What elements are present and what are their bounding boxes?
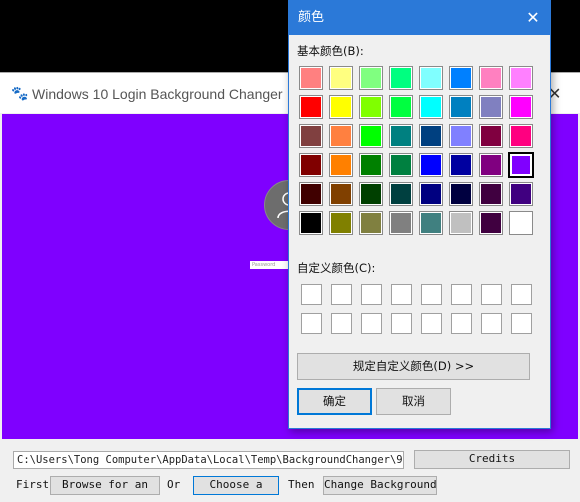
custom-color-swatch[interactable]: [361, 284, 382, 305]
basic-color-swatch[interactable]: [479, 95, 503, 119]
basic-color-swatch[interactable]: [359, 95, 383, 119]
basic-color-swatch[interactable]: [508, 152, 534, 178]
basic-color-swatch[interactable]: [329, 153, 353, 177]
basic-color-swatch[interactable]: [419, 124, 443, 148]
first-label: First: [16, 478, 50, 491]
basic-color-swatch[interactable]: [419, 153, 443, 177]
custom-color-swatch[interactable]: [301, 284, 322, 305]
app-title: Windows 10 Login Background Changer: [32, 86, 283, 102]
custom-color-swatch[interactable]: [391, 284, 412, 305]
custom-color-swatch[interactable]: [421, 313, 442, 334]
or-label: Or: [167, 478, 181, 491]
basic-color-swatch[interactable]: [449, 211, 473, 235]
basic-color-swatch[interactable]: [359, 182, 383, 206]
custom-color-swatch[interactable]: [511, 284, 532, 305]
custom-color-swatch[interactable]: [361, 313, 382, 334]
custom-colors-label: 自定义颜色(C):: [297, 261, 376, 275]
basic-color-swatch[interactable]: [389, 66, 413, 90]
basic-color-swatch[interactable]: [299, 153, 323, 177]
basic-color-swatch[interactable]: [389, 182, 413, 206]
basic-color-swatch[interactable]: [329, 95, 353, 119]
custom-color-swatch[interactable]: [481, 313, 502, 334]
dialog-close-icon[interactable]: ✕: [522, 7, 544, 29]
custom-color-swatch[interactable]: [511, 313, 532, 334]
basic-color-swatch[interactable]: [449, 124, 473, 148]
custom-color-swatch[interactable]: [301, 313, 322, 334]
custom-color-swatch[interactable]: [391, 313, 412, 334]
choose-color-button[interactable]: Choose a: [193, 476, 279, 495]
basic-color-swatch[interactable]: [299, 182, 323, 206]
basic-color-swatch[interactable]: [479, 211, 503, 235]
credits-button[interactable]: Credits: [414, 450, 570, 469]
basic-color-swatch[interactable]: [329, 124, 353, 148]
basic-color-swatch[interactable]: [509, 95, 533, 119]
basic-color-swatch[interactable]: [509, 211, 533, 235]
basic-color-swatch[interactable]: [299, 124, 323, 148]
basic-color-swatch[interactable]: [299, 95, 323, 119]
custom-color-swatch[interactable]: [331, 313, 352, 334]
basic-color-swatch[interactable]: [449, 95, 473, 119]
basic-color-swatch[interactable]: [479, 66, 503, 90]
basic-color-swatch[interactable]: [479, 124, 503, 148]
basic-color-swatch[interactable]: [419, 182, 443, 206]
basic-color-swatch[interactable]: [359, 66, 383, 90]
define-custom-colors-button[interactable]: 规定自定义颜色(D) >>: [297, 353, 530, 380]
change-background-button[interactable]: Change Background: [323, 476, 437, 495]
basic-color-swatch[interactable]: [389, 211, 413, 235]
password-preview-box: Password: [250, 261, 288, 269]
image-path-field[interactable]: C:\Users\Tong Computer\AppData\Local\Tem…: [13, 451, 404, 469]
custom-color-swatch[interactable]: [451, 284, 472, 305]
basic-color-swatch[interactable]: [299, 66, 323, 90]
basic-color-swatch[interactable]: [479, 153, 503, 177]
basic-color-swatch[interactable]: [419, 66, 443, 90]
dialog-titlebar: 颜色 ✕: [289, 1, 550, 35]
basic-color-swatch[interactable]: [449, 182, 473, 206]
paw-icon: 🐾: [11, 86, 29, 102]
dialog-title: 颜色: [298, 10, 325, 25]
basic-color-swatch[interactable]: [359, 153, 383, 177]
basic-color-swatch[interactable]: [509, 124, 533, 148]
ok-button[interactable]: 确定: [297, 388, 372, 415]
then-label: Then: [288, 478, 315, 491]
basic-color-swatch[interactable]: [359, 124, 383, 148]
basic-color-swatch[interactable]: [359, 211, 383, 235]
custom-color-swatch[interactable]: [481, 284, 502, 305]
custom-color-swatch[interactable]: [331, 284, 352, 305]
custom-color-swatch[interactable]: [451, 313, 472, 334]
basic-color-swatch[interactable]: [419, 95, 443, 119]
basic-color-swatch[interactable]: [419, 211, 443, 235]
cancel-button[interactable]: 取消: [376, 388, 451, 415]
basic-color-swatch[interactable]: [389, 95, 413, 119]
basic-color-swatch[interactable]: [389, 153, 413, 177]
basic-color-swatch[interactable]: [479, 182, 503, 206]
basic-color-swatch[interactable]: [449, 153, 473, 177]
basic-color-swatch[interactable]: [509, 66, 533, 90]
basic-color-swatch[interactable]: [299, 211, 323, 235]
color-dialog: 颜色 ✕ 基本颜色(B): 自定义颜色(C): 规定自定义颜色(D) >> 确定…: [288, 0, 551, 429]
basic-colors-label: 基本颜色(B):: [297, 44, 364, 58]
basic-color-swatch[interactable]: [329, 211, 353, 235]
browse-image-button[interactable]: Browse for an: [50, 476, 160, 495]
basic-color-swatch[interactable]: [509, 182, 533, 206]
basic-color-swatch[interactable]: [329, 66, 353, 90]
basic-color-swatch[interactable]: [389, 124, 413, 148]
basic-color-swatch[interactable]: [449, 66, 473, 90]
custom-color-swatch[interactable]: [421, 284, 442, 305]
basic-color-swatch[interactable]: [329, 182, 353, 206]
